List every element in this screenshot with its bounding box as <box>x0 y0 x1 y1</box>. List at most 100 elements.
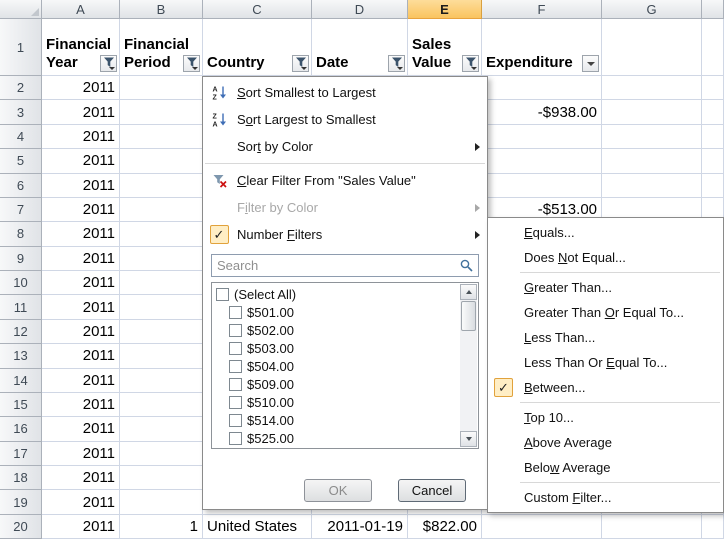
row-header-19[interactable]: 19 <box>0 490 42 514</box>
grid-cell[interactable] <box>702 100 724 124</box>
grid-cell[interactable] <box>482 76 602 100</box>
grid-cell[interactable] <box>120 198 203 222</box>
grid-cell[interactable] <box>120 149 203 173</box>
row-header-20[interactable]: 20 <box>0 515 42 539</box>
grid-cell[interactable] <box>120 100 203 124</box>
submenu-item-less-than-or-equal-to[interactable]: Less Than Or Equal To... <box>488 350 723 375</box>
grid-cell[interactable] <box>120 295 203 319</box>
cell-A9[interactable]: 2011 <box>42 247 120 271</box>
checkbox-icon[interactable] <box>229 360 242 373</box>
col-header-A[interactable]: A <box>42 0 120 19</box>
menu-item-sort-smallest-to-largest[interactable]: AZSort Smallest to Largest <box>203 79 487 106</box>
row-header-11[interactable]: 11 <box>0 295 42 319</box>
grid-cell[interactable] <box>120 76 203 100</box>
submenu-item-top-10[interactable]: Top 10... <box>488 405 723 430</box>
menu-item-number-filters[interactable]: ✓Number Filters <box>203 221 487 248</box>
dropdown-button-F[interactable] <box>582 55 599 72</box>
header-cell-D[interactable]: Date <box>312 19 408 76</box>
header-cell-B[interactable]: FinancialPeriod <box>120 19 203 76</box>
cell-A7[interactable]: 2011 <box>42 198 120 222</box>
row-header-9[interactable]: 9 <box>0 247 42 271</box>
col-header-B[interactable]: B <box>120 0 203 19</box>
cell-A11[interactable]: 2011 <box>42 295 120 319</box>
scrollbar-thumb[interactable] <box>461 301 476 331</box>
grid-cell[interactable] <box>482 174 602 198</box>
cell-A3[interactable]: 2011 <box>42 100 120 124</box>
filter-value-item[interactable]: $503.00 <box>213 339 459 357</box>
cell-A15[interactable]: 2011 <box>42 393 120 417</box>
grid-cell[interactable] <box>120 222 203 246</box>
grid-cell[interactable] <box>120 417 203 441</box>
grid-cell[interactable] <box>602 174 702 198</box>
header-cell-E[interactable]: SalesValue <box>408 19 482 76</box>
row-header-17[interactable]: 17 <box>0 442 42 466</box>
filter-button-B[interactable] <box>183 55 200 72</box>
filter-value-item[interactable]: $501.00 <box>213 303 459 321</box>
grid-cell[interactable] <box>120 344 203 368</box>
row-header-6[interactable]: 6 <box>0 174 42 198</box>
submenu-item-equals[interactable]: Equals... <box>488 220 723 245</box>
row-header-10[interactable]: 10 <box>0 271 42 295</box>
header-cell-G[interactable] <box>602 19 702 76</box>
submenu-item-does-not-equal[interactable]: Does Not Equal... <box>488 245 723 270</box>
row-header-3[interactable]: 3 <box>0 100 42 124</box>
ok-button[interactable]: OK <box>304 479 372 502</box>
filter-button-A[interactable] <box>100 55 117 72</box>
filter-button-C[interactable] <box>292 55 309 72</box>
cancel-button[interactable]: Cancel <box>398 479 466 502</box>
cell-A16[interactable]: 2011 <box>42 417 120 441</box>
filter-value-item[interactable]: $504.00 <box>213 357 459 375</box>
grid-cell[interactable] <box>120 271 203 295</box>
grid-cell[interactable] <box>602 76 702 100</box>
cell-A12[interactable]: 2011 <box>42 320 120 344</box>
checkbox-icon[interactable] <box>229 414 242 427</box>
checkbox-icon[interactable] <box>229 342 242 355</box>
grid-cell[interactable] <box>702 174 724 198</box>
filter-value-item[interactable]: $510.00 <box>213 393 459 411</box>
scroll-down-button[interactable] <box>460 431 477 447</box>
checkbox-icon[interactable] <box>229 324 242 337</box>
cell-C20[interactable]: United States <box>203 515 312 539</box>
row-header-2[interactable]: 2 <box>0 76 42 100</box>
grid-cell[interactable] <box>482 149 602 173</box>
col-header-E[interactable]: E <box>408 0 482 19</box>
checkbox-icon[interactable] <box>229 396 242 409</box>
grid-cell[interactable] <box>120 125 203 149</box>
cell-A19[interactable]: 2011 <box>42 490 120 514</box>
filter-button-E[interactable] <box>462 55 479 72</box>
header-cell-A[interactable]: FinancialYear <box>42 19 120 76</box>
col-header-C[interactable]: C <box>203 0 312 19</box>
grid-cell[interactable] <box>702 125 724 149</box>
checkbox-icon[interactable] <box>229 432 242 445</box>
cell-B20[interactable]: 1 <box>120 515 203 539</box>
row-header-13[interactable]: 13 <box>0 344 42 368</box>
filter-value-item[interactable]: $509.00 <box>213 375 459 393</box>
menu-item-sort-largest-to-smallest[interactable]: ZASort Largest to Smallest <box>203 106 487 133</box>
grid-cell[interactable] <box>602 149 702 173</box>
grid-cell[interactable] <box>702 515 724 539</box>
cell-A10[interactable]: 2011 <box>42 271 120 295</box>
header-cell-C[interactable]: Country <box>203 19 312 76</box>
grid-cell[interactable] <box>120 247 203 271</box>
grid-cell[interactable] <box>120 320 203 344</box>
col-header-D[interactable]: D <box>312 0 408 19</box>
checkbox-icon[interactable] <box>229 306 242 319</box>
cell-A17[interactable]: 2011 <box>42 442 120 466</box>
grid-cell[interactable] <box>702 149 724 173</box>
grid-cell[interactable] <box>482 515 602 539</box>
filter-value-item[interactable]: $514.00 <box>213 411 459 429</box>
grid-cell[interactable] <box>702 76 724 100</box>
header-cell-F[interactable]: Expenditure <box>482 19 602 76</box>
cell-E20[interactable]: $822.00 <box>408 515 482 539</box>
checkbox-icon[interactable] <box>229 378 242 391</box>
col-header-G[interactable]: G <box>602 0 702 19</box>
grid-cell[interactable] <box>120 466 203 490</box>
cell-A20[interactable]: 2011 <box>42 515 120 539</box>
cell-A14[interactable]: 2011 <box>42 369 120 393</box>
row-header-15[interactable]: 15 <box>0 393 42 417</box>
cell-F3[interactable]: -$938.00 <box>482 100 602 124</box>
filter-value-item[interactable]: (Select All) <box>213 285 459 303</box>
cell-A5[interactable]: 2011 <box>42 149 120 173</box>
submenu-item-between[interactable]: ✓Between... <box>488 375 723 400</box>
select-all-corner[interactable] <box>0 0 42 19</box>
